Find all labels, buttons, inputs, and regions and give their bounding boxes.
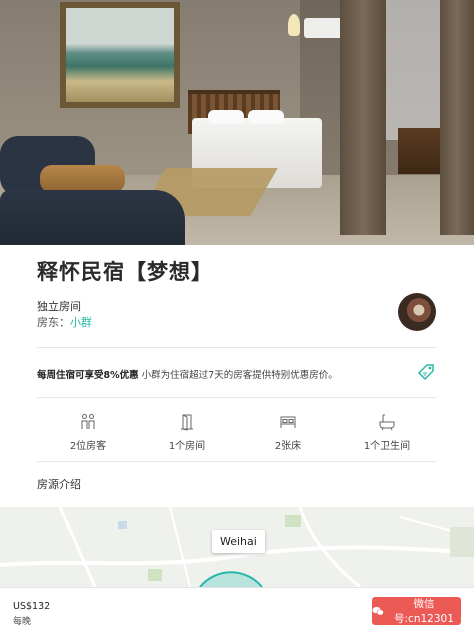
listing-title: 释怀民宿【梦想】 bbox=[37, 260, 213, 284]
map-city-label: Weihai bbox=[212, 530, 265, 553]
photo-curtain bbox=[440, 0, 474, 235]
amenity-guests-label: 2位房客 bbox=[69, 441, 107, 452]
bathtub-icon bbox=[379, 414, 395, 431]
door-icon bbox=[181, 414, 193, 431]
nightly-price: US$132 bbox=[13, 601, 51, 612]
amenity-beds-label: 2张床 bbox=[274, 441, 302, 452]
weekly-discount: 每周住宿可享受8%优惠 小群为住宿超过7天的房客提供特别优惠房价。 bbox=[37, 367, 338, 381]
photo-lamp bbox=[288, 14, 300, 36]
divider bbox=[37, 461, 437, 462]
photo-curtain bbox=[340, 0, 386, 235]
host-line: 房东：小群 bbox=[37, 314, 92, 330]
photo-pillow bbox=[208, 110, 244, 124]
book-button[interactable]: 微信号:cn12301 bbox=[372, 597, 461, 625]
divider bbox=[37, 347, 437, 348]
listing-photo[interactable] bbox=[0, 0, 474, 245]
host-label: 房东： bbox=[37, 316, 70, 329]
discount-headline: 每周住宿可享受8%优惠 bbox=[37, 370, 139, 381]
guests-icon bbox=[81, 414, 95, 429]
amenity-bathrooms: 1个卫生间 bbox=[337, 413, 437, 452]
price-unit: 每晚 bbox=[13, 617, 32, 627]
host-name-link[interactable]: 小群 bbox=[70, 316, 92, 329]
price-tag-icon bbox=[417, 364, 434, 381]
wechat-icon bbox=[372, 606, 384, 616]
photo-painting bbox=[60, 2, 180, 108]
listing-description-title[interactable]: 房源介绍 bbox=[37, 476, 81, 492]
divider bbox=[37, 397, 437, 398]
photo-pillow bbox=[248, 110, 284, 124]
book-button-label: 微信号:cn12301 bbox=[394, 598, 454, 625]
amenity-rooms: 1个房间 bbox=[137, 413, 237, 452]
photo-tea-table bbox=[40, 165, 125, 193]
bed-icon bbox=[280, 416, 296, 428]
amenity-bathrooms-label: 1个卫生间 bbox=[363, 441, 411, 452]
host-avatar[interactable] bbox=[398, 293, 436, 331]
amenity-beds: 2张床 bbox=[238, 413, 338, 452]
amenity-rooms-label: 1个房间 bbox=[168, 441, 206, 452]
amenity-guests: 2位房客 bbox=[38, 413, 138, 452]
room-type: 独立房间 bbox=[37, 300, 81, 313]
discount-detail: 小群为住宿超过7天的房客提供特别优惠房价。 bbox=[141, 370, 338, 381]
photo-sofa bbox=[0, 190, 185, 245]
